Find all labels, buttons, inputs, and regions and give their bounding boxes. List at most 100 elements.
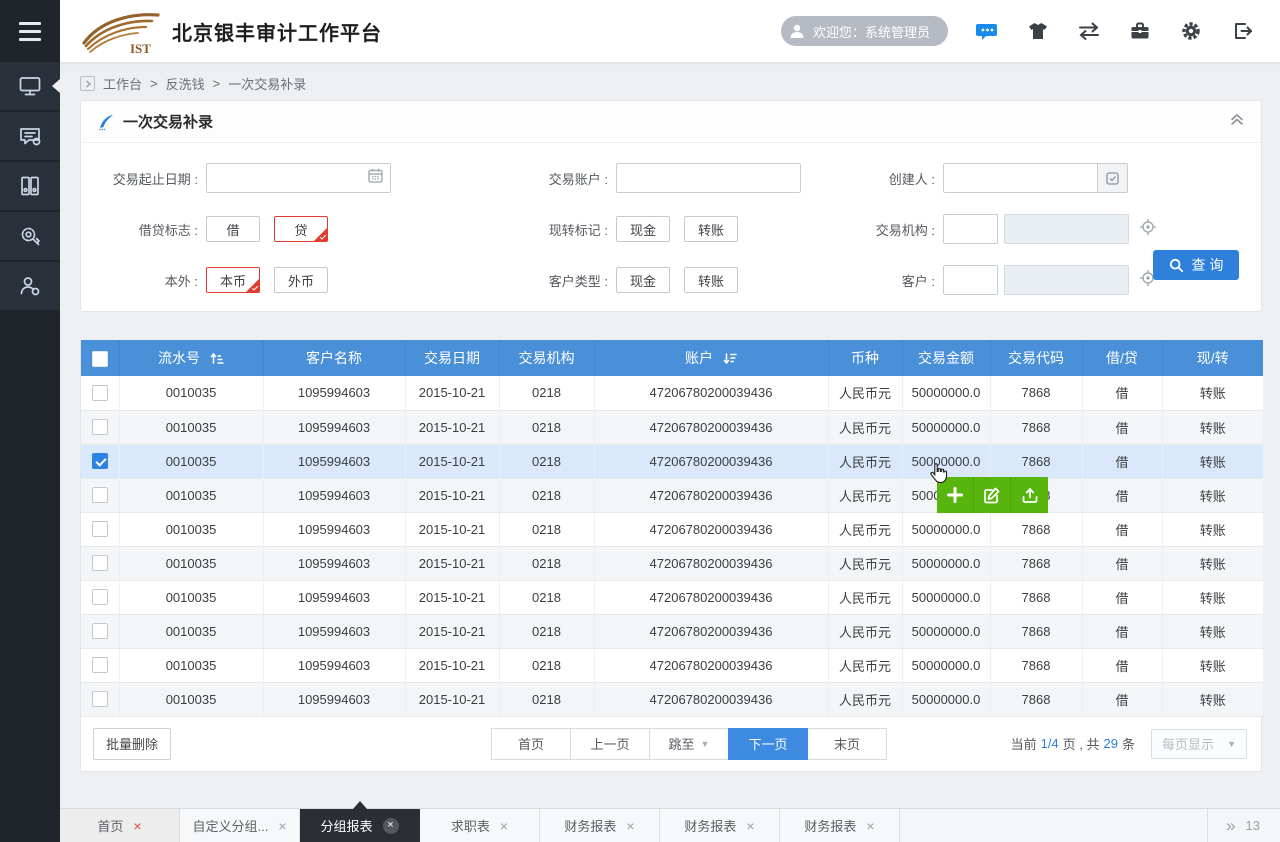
message-icon[interactable] (975, 19, 999, 43)
sidebar-item-user-management[interactable] (0, 262, 60, 312)
row-checkbox[interactable] (92, 521, 108, 537)
table-row[interactable]: 0010035 1095994603 2015-10-21 0218 47206… (81, 444, 1263, 478)
toggle-credit-selected[interactable]: 贷 (274, 216, 328, 242)
gear-wrench-icon (17, 223, 43, 249)
row-checkbox[interactable] (92, 487, 108, 503)
close-icon[interactable]: × (500, 819, 508, 833)
search-panel-header: 一次交易补录 (81, 101, 1261, 143)
trade-org-label: 交易机构 : (863, 220, 943, 239)
toggle-local-currency-selected[interactable]: 本币 (206, 267, 260, 293)
row-checkbox[interactable] (92, 555, 108, 571)
calendar-icon[interactable] (367, 167, 384, 189)
close-icon[interactable]: × (133, 819, 141, 833)
sort-asc-icon[interactable] (210, 352, 224, 365)
theme-shirt-icon[interactable] (1026, 19, 1050, 43)
upload-icon[interactable] (1011, 477, 1048, 513)
add-icon[interactable] (937, 477, 974, 513)
table-row[interactable]: 0010035 1095994603 2015-10-21 0218 47206… (81, 376, 1263, 410)
table-row[interactable]: 0010035 1095994603 2015-10-21 0218 47206… (81, 682, 1263, 716)
sidebar-item-system-settings[interactable] (0, 212, 60, 262)
table-row[interactable]: 0010035 1095994603 2015-10-21 0218 47206… (81, 580, 1263, 614)
customer-code-field[interactable] (944, 266, 997, 294)
jump-to-page-dropdown[interactable]: 跳至▼ (649, 728, 729, 760)
table-row[interactable]: 0010035 1095994603 2015-10-21 0218 47206… (81, 648, 1263, 682)
close-icon[interactable]: × (278, 819, 286, 833)
tab-custom-group[interactable]: 自定义分组...× (180, 809, 300, 842)
query-button[interactable]: 查 询 (1153, 250, 1239, 280)
tab-home[interactable]: 首页× (60, 809, 180, 842)
table-row[interactable]: 0010035 1095994603 2015-10-21 0218 47206… (81, 410, 1263, 444)
customer-label: 客户 : (863, 271, 943, 290)
trade-account-label: 交易账户 : (526, 169, 616, 188)
batch-delete-button[interactable]: 批量删除 (93, 728, 171, 760)
sidebar-item-archives[interactable] (0, 162, 60, 212)
sort-desc-icon[interactable] (723, 352, 737, 365)
toggle-transfer[interactable]: 转账 (684, 216, 738, 242)
trade-account-field[interactable] (617, 164, 800, 192)
search-panel: 一次交易补录 交易起止日期 : 交易账户 : (80, 100, 1262, 312)
logout-icon[interactable] (1230, 19, 1254, 43)
next-page-button[interactable]: 下一页 (728, 728, 808, 760)
close-icon[interactable]: × (626, 819, 634, 833)
chat-settings-icon (17, 123, 43, 149)
toggle-foreign-currency[interactable]: 外币 (274, 267, 328, 293)
date-range-input[interactable] (206, 163, 391, 193)
close-icon[interactable]: × (383, 818, 399, 834)
customer-code-input[interactable] (943, 265, 998, 295)
row-checkbox[interactable] (92, 589, 108, 605)
tab-overflow-control[interactable]: » 13 (1207, 809, 1280, 842)
trade-org-code-input[interactable] (943, 214, 998, 244)
trade-account-input[interactable] (616, 163, 801, 193)
row-checkbox[interactable] (92, 453, 108, 469)
settings-icon[interactable] (1179, 19, 1203, 43)
checkbox-icon (1105, 171, 1120, 186)
last-page-button[interactable]: 末页 (807, 728, 887, 760)
tab-job-form[interactable]: 求职表× (420, 809, 540, 842)
trade-org-code-field[interactable] (944, 215, 997, 243)
sidebar-item-workbench[interactable] (0, 62, 60, 112)
row-checkbox[interactable] (92, 691, 108, 707)
breadcrumb-item[interactable]: 反洗钱 (166, 74, 205, 93)
creator-select-addon[interactable] (1098, 163, 1128, 193)
date-range-field[interactable] (207, 164, 390, 192)
hamburger-menu-icon[interactable] (0, 0, 60, 62)
swap-icon[interactable] (1077, 19, 1101, 43)
tab-group-report-active[interactable]: 分组报表× (300, 809, 420, 842)
table-row[interactable]: 0010035 1095994603 2015-10-21 0218 47206… (81, 546, 1263, 580)
tab-finance-report[interactable]: 财务报表× (780, 809, 900, 842)
collapse-panel-icon[interactable] (1229, 112, 1245, 131)
toggle-customer-transfer[interactable]: 转账 (684, 267, 738, 293)
total-count: 29 (1104, 736, 1118, 751)
customer-name-input-disabled (1004, 265, 1129, 295)
current-page-indicator: 1/4 (1041, 736, 1059, 751)
creator-input[interactable] (943, 163, 1098, 193)
toggle-cash[interactable]: 现金 (616, 216, 670, 242)
user-welcome-pill[interactable]: 欢迎您：系统管理员 (781, 16, 948, 46)
tab-finance-report[interactable]: 财务报表× (660, 809, 780, 842)
briefcase-icon[interactable] (1128, 19, 1152, 43)
breadcrumb-item[interactable]: 工作台 (103, 74, 142, 93)
monitor-icon (17, 73, 43, 99)
close-icon[interactable]: × (746, 819, 754, 833)
close-icon[interactable]: × (866, 819, 874, 833)
first-page-button[interactable]: 首页 (491, 728, 571, 760)
table-row[interactable]: 0010035 1095994603 2015-10-21 0218 47206… (81, 512, 1263, 546)
target-picker-icon[interactable] (1139, 218, 1157, 241)
toggle-debit[interactable]: 借 (206, 216, 260, 242)
tab-finance-report[interactable]: 财务报表× (540, 809, 660, 842)
edit-icon[interactable] (974, 477, 1011, 513)
toggle-customer-cash[interactable]: 现金 (616, 267, 670, 293)
pagination: 首页 上一页 跳至▼ 下一页 末页 (491, 728, 887, 760)
row-checkbox[interactable] (92, 385, 108, 401)
row-checkbox[interactable] (92, 419, 108, 435)
creator-field[interactable] (944, 164, 1097, 192)
prev-page-button[interactable]: 上一页 (570, 728, 650, 760)
page-size-dropdown[interactable]: 每页显示 ▼ (1151, 729, 1247, 759)
date-range-label: 交易起止日期 : (81, 169, 206, 188)
row-checkbox[interactable] (92, 657, 108, 673)
table-row[interactable]: 0010035 1095994603 2015-10-21 0218 47206… (81, 614, 1263, 648)
sidebar-item-messages[interactable] (0, 112, 60, 162)
table-row[interactable]: 0010035 1095994603 2015-10-21 0218 47206… (81, 478, 1263, 512)
select-all-checkbox[interactable] (92, 351, 108, 367)
row-checkbox[interactable] (92, 623, 108, 639)
